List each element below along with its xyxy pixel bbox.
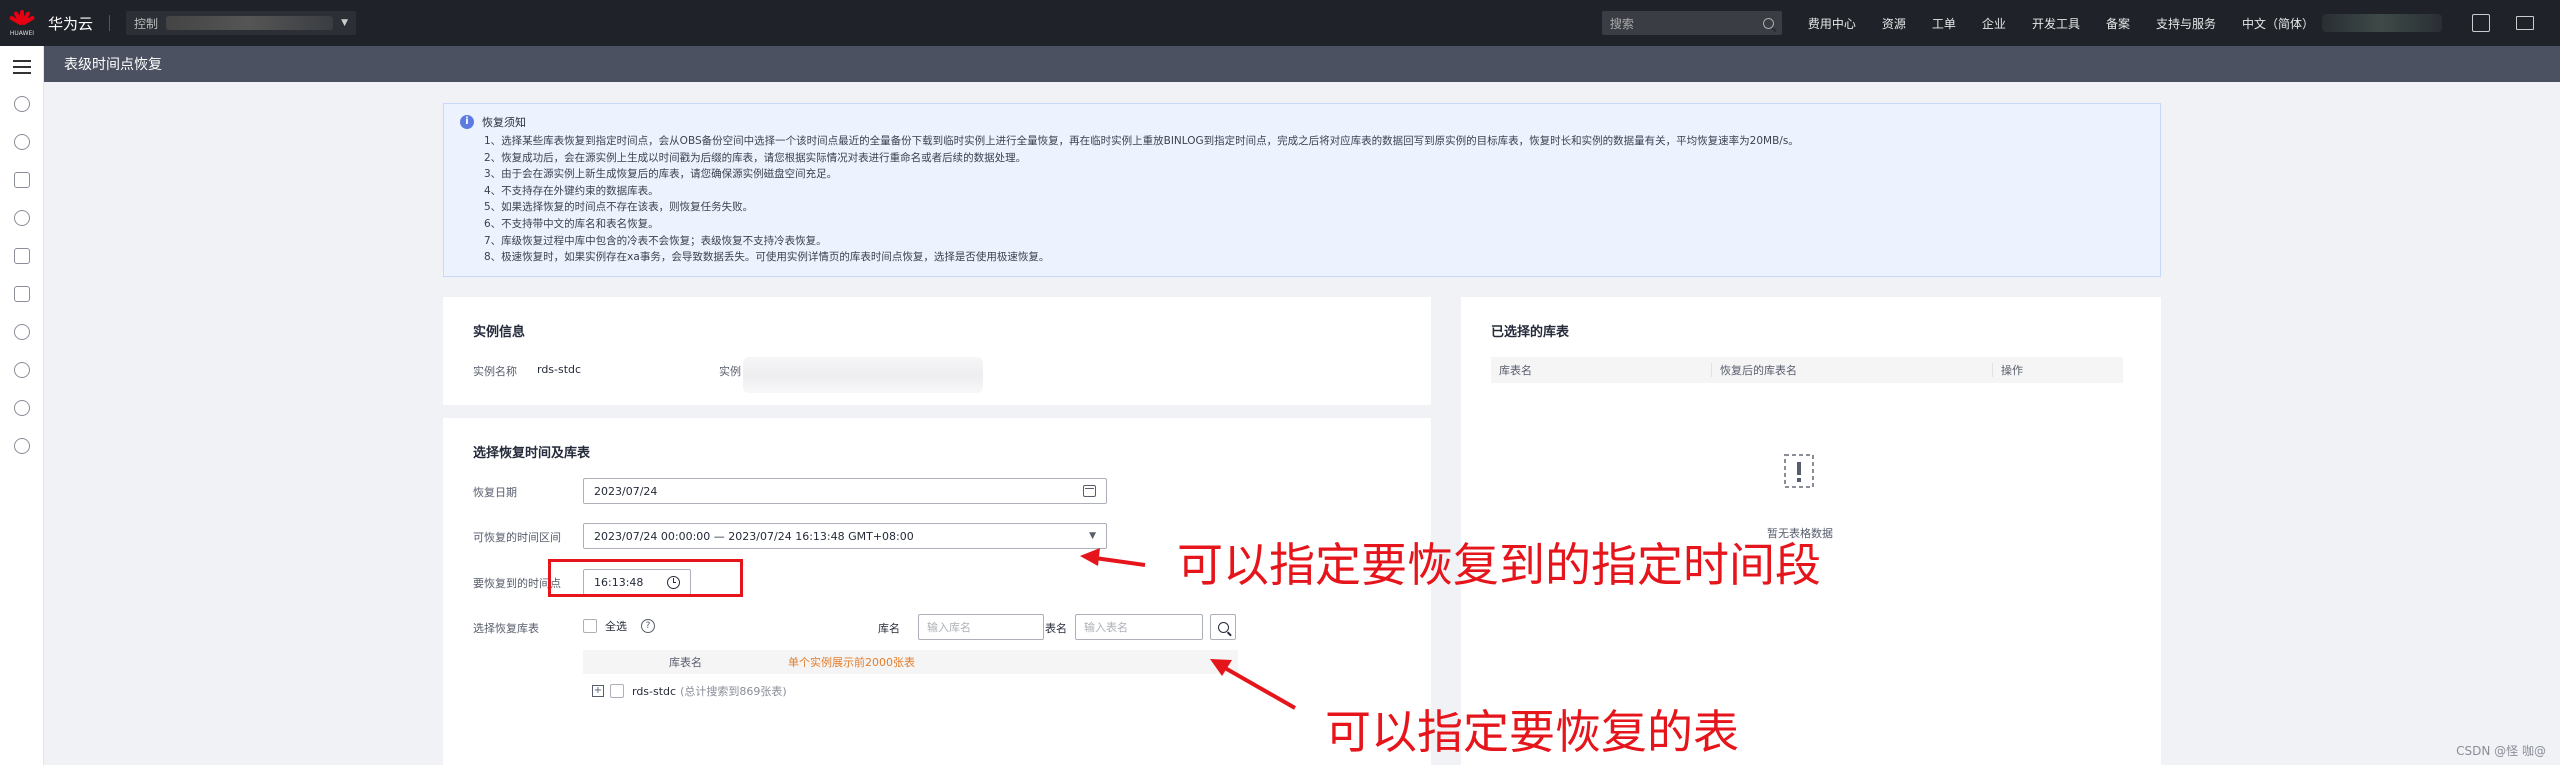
table-limit-hint: 单个实例展示前2000张表 xyxy=(788,656,915,669)
highlight-box xyxy=(548,559,743,597)
selected-tables-title: 已选择的库表 xyxy=(1491,325,1570,340)
notice-header: i 恢复须知 xyxy=(460,114,2144,130)
cloud-icon[interactable] xyxy=(13,96,30,112)
document-icon[interactable] xyxy=(13,248,30,264)
redacted-instance-id xyxy=(743,357,983,393)
analytics-icon[interactable] xyxy=(13,172,30,188)
select-all-group: 全选 ? xyxy=(583,618,655,634)
select-all-label: 全选 xyxy=(605,620,627,633)
column-restored-table-name: 恢复后的库表名 xyxy=(1720,364,1797,377)
chevron-down-icon: ▼ xyxy=(1089,531,1096,541)
notice-item: 4、不支持存在外键约束的数据库表。 xyxy=(484,184,659,197)
nav-link-resources[interactable]: 资源 xyxy=(1882,15,1906,32)
table-name-input[interactable]: 输入表名 xyxy=(1075,614,1203,640)
annotation-tables: 可以指定要恢复的表 xyxy=(1325,705,1739,759)
console-label: 控制 xyxy=(134,16,159,31)
page-title-bar: 表级时间点恢复 xyxy=(44,46,2560,82)
time-range-select[interactable]: 2023/07/24 00:00:00 — 2023/07/24 16:13:4… xyxy=(583,523,1107,549)
notice-item: 3、由于会在源实例上新生成恢复后的库表，请您确保源实例磁盘空间充足。 xyxy=(484,168,838,181)
empty-data-icon xyxy=(1784,454,1814,488)
db-name-placeholder: 输入库名 xyxy=(927,621,971,634)
nav-link-support[interactable]: 支持与服务 xyxy=(2156,15,2216,32)
table-name-label: 表名 xyxy=(1045,622,1067,635)
console-selector[interactable]: 控制 ▼ xyxy=(126,11,357,35)
logo-text: HUAWEI xyxy=(9,29,35,37)
help-icon[interactable]: ? xyxy=(641,619,655,633)
cluster-icon[interactable] xyxy=(13,134,30,150)
database-icon[interactable] xyxy=(13,286,30,302)
calendar-icon[interactable] xyxy=(1083,485,1096,497)
search-icon xyxy=(1217,621,1229,633)
notice-item: 1、选择某些库表恢复到指定时间点，会从OBS备份空间中选择一个该时间点最近的全量… xyxy=(484,135,1799,147)
restore-selection-title: 选择恢复时间及库表 xyxy=(473,446,591,461)
restore-date-label: 恢复日期 xyxy=(473,486,517,499)
global-search-input[interactable]: 搜索 xyxy=(1601,11,1782,35)
anchor-icon[interactable] xyxy=(13,362,30,378)
search-placeholder: 搜索 xyxy=(1609,16,1634,31)
nav-link-tickets[interactable]: 工单 xyxy=(1932,15,1956,32)
notice-item: 5、如果选择恢复的时间点不存在该表，则恢复任务失败。 xyxy=(484,201,754,214)
divider xyxy=(109,15,111,31)
instance-name-value: rds-stdc xyxy=(537,363,582,376)
mail-icon[interactable] xyxy=(2516,16,2534,30)
message-icon[interactable] xyxy=(2472,14,2490,32)
tree-row-checkbox[interactable] xyxy=(610,684,624,698)
shield-icon[interactable] xyxy=(13,438,30,454)
notice-item: 2、恢复成功后，会在源实例上生成以时间戳为后缀的库表，请您根据实际情况对表进行重… xyxy=(484,151,1027,164)
column-actions: 操作 xyxy=(2001,364,2023,377)
top-navbar: HUAWEI 华为云 控制 ▼ 搜索 费用中心 资源 工单 企业 开发工具 备案… xyxy=(0,0,2560,46)
nav-link-devtools[interactable]: 开发工具 xyxy=(2032,15,2080,32)
restore-notice: i 恢复须知 1、选择某些库表恢复到指定时间点，会从OBS备份空间中选择一个该时… xyxy=(443,103,2161,277)
select-all-checkbox[interactable] xyxy=(583,619,597,633)
nav-link-filing[interactable]: 备案 xyxy=(2106,15,2130,32)
huawei-flower-icon xyxy=(8,9,36,28)
language-selector[interactable]: 中文（简体） xyxy=(2242,15,2314,32)
top-right-nav: 搜索 费用中心 资源 工单 企业 开发工具 备案 支持与服务 中文（简体） xyxy=(1601,0,2560,46)
select-tables-label: 选择恢复库表 xyxy=(473,622,539,635)
tree-row-db-name: rds-stdc xyxy=(632,684,677,698)
nav-link-enterprise[interactable]: 企业 xyxy=(1982,15,2006,32)
notice-item: 6、不支持带中文的库名和表名恢复。 xyxy=(484,217,659,230)
column-table-name: 库表名 xyxy=(1499,364,1532,377)
nav-link-billing[interactable]: 费用中心 xyxy=(1808,15,1856,32)
table-name-placeholder: 输入表名 xyxy=(1084,621,1128,634)
menu-icon[interactable] xyxy=(12,60,31,74)
brand-name[interactable]: 华为云 xyxy=(48,13,93,34)
cloud-upload-icon[interactable] xyxy=(13,324,30,340)
db-name-input[interactable]: 输入库名 xyxy=(918,614,1044,640)
tree-row-hint: (总计搜索到869张表) xyxy=(680,685,787,698)
notice-item: 7、库级恢复过程中库中包含的冷表不会恢复；表级恢复不支持冷表恢复。 xyxy=(484,234,827,247)
instance-id-label: 实例 xyxy=(719,365,741,378)
service-sidebar xyxy=(0,46,44,765)
restore-date-value: 2023/07/24 xyxy=(594,484,658,498)
instance-info-panel: 实例信息 实例名称 rds-stdc 实例 xyxy=(443,297,1431,405)
annotation-time-range: 可以指定要恢复到的指定时间段 xyxy=(1177,538,1821,592)
restore-date-picker[interactable]: 2023/07/24 xyxy=(583,478,1107,504)
info-icon: i xyxy=(460,115,474,129)
time-range-label: 可恢复的时间区间 xyxy=(473,531,561,544)
redacted-account xyxy=(2322,14,2442,32)
table-tree-header: 库表名 单个实例展示前2000张表 xyxy=(583,650,1238,674)
instance-name-label: 实例名称 xyxy=(473,365,517,378)
cloud-service-icon[interactable] xyxy=(13,210,30,226)
tree-row: + rds-stdc (总计搜索到869张表) xyxy=(592,683,787,699)
expand-icon[interactable]: + xyxy=(592,685,604,697)
notice-list: 1、选择某些库表恢复到指定时间点，会从OBS备份空间中选择一个该时间点最近的全量… xyxy=(484,133,2144,266)
notice-item: 8、极速恢复时，如果实例存在xa事务，会导致数据丢失。可使用实例详情页的库表时间… xyxy=(484,251,1050,264)
search-icon[interactable] xyxy=(1762,17,1774,29)
redacted-region xyxy=(166,16,334,30)
column-db-table-name: 库表名 xyxy=(669,656,702,669)
page-title: 表级时间点恢复 xyxy=(64,57,162,73)
chevron-down-icon: ▼ xyxy=(341,18,349,28)
instance-info-title: 实例信息 xyxy=(473,325,526,340)
watermark: CSDN @怪 咖@ xyxy=(2456,744,2546,758)
selected-tables-header: 库表名 恢复后的库表名 操作 xyxy=(1491,357,2123,383)
time-range-value: 2023/07/24 00:00:00 — 2023/07/24 16:13:4… xyxy=(594,529,914,543)
notice-title: 恢复须知 xyxy=(482,116,526,129)
globe-icon[interactable] xyxy=(13,400,30,416)
db-name-label: 库名 xyxy=(878,622,900,635)
table-search-button[interactable] xyxy=(1210,614,1236,640)
huawei-logo[interactable]: HUAWEI xyxy=(0,0,44,46)
